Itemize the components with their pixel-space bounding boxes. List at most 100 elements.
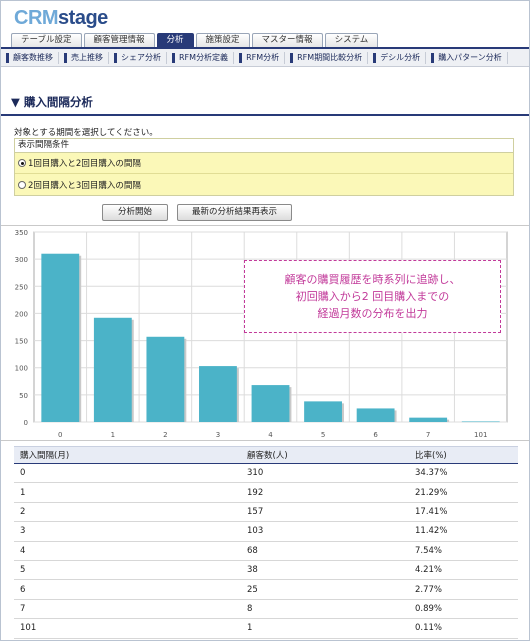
y-tick-label: 350 — [15, 229, 28, 237]
cell-interval: 3 — [14, 521, 241, 542]
callout-note: 顧客の購買履歴を時系列に追跡し、 初回購入から2 回目購入までの 経過月数の分布… — [244, 260, 501, 333]
y-tick-label: 50 — [19, 392, 28, 400]
bar — [199, 366, 237, 422]
subnav-label: RFM期間比較分析 — [297, 53, 363, 62]
bar — [251, 385, 290, 422]
start-analysis-button[interactable]: 分析開始 — [102, 204, 168, 221]
x-tick-label: 0 — [58, 431, 62, 439]
y-tick-label: 300 — [15, 256, 28, 264]
subnav-label: シェア分析 — [121, 53, 161, 62]
bar-chart: 0 50 100 150 200 250 300 350 0 1 2 3 4 5 6 7 101 — [15, 229, 508, 439]
cell-interval: 7 — [14, 599, 241, 620]
bar — [93, 317, 132, 422]
table-header-row: 購入間隔(月) 顧客数(人) 比率(%) — [14, 446, 518, 464]
bar — [356, 408, 395, 422]
y-tick-label: 0 — [24, 419, 28, 427]
cell-ratio: 0.11% — [409, 618, 518, 639]
subnav-marker — [172, 52, 175, 63]
subnav-label: RFM分析定義 — [179, 53, 229, 62]
results-table: 購入間隔(月) 顧客数(人) 比率(%) 0 310 34.37% 1 192 21.29… — [14, 446, 518, 639]
bar — [304, 401, 342, 422]
x-tick-label: 3 — [216, 431, 220, 439]
bar — [41, 253, 80, 422]
subnav-marker — [431, 52, 435, 63]
cell-interval: 4 — [14, 541, 241, 561]
cell-customers: 103 — [241, 521, 409, 542]
table-row: 3 103 11.42% — [14, 521, 518, 542]
cell-interval: 6 — [14, 579, 241, 600]
cell-customers: 38 — [241, 560, 409, 581]
table-row: 7 8 0.89% — [14, 599, 518, 620]
subnav-item-5[interactable]: RFM期間比較分析 — [285, 51, 369, 64]
callout-line-1: 顧客の購買履歴を時系列に追跡し、 — [284, 273, 461, 286]
y-tick-label: 150 — [15, 338, 28, 346]
column-header-interval: 購入間隔(月) — [14, 446, 241, 464]
bar — [461, 421, 500, 423]
subnav-item-4[interactable]: RFM分析 — [234, 51, 286, 64]
subnav-item-1[interactable]: 売上推移 — [59, 51, 109, 64]
condition-option-label: 1回目購入と2回目購入の間隔 — [28, 159, 141, 169]
subnav-marker — [239, 52, 243, 63]
condition-table: 表示間隔条件 1回目購入と2回目購入の間隔 2回目購入と3回目購入の間隔 — [14, 138, 514, 196]
cell-customers: 68 — [241, 541, 409, 561]
x-tick-label: 6 — [373, 431, 378, 439]
callout-line-3: 経過月数の分布を出力 — [317, 307, 428, 320]
sub-navigation: 顧客数推移 売上推移 シェア分析 RFM分析定義 RFM分析 RFM期間比較分析 デシル分析… — [1, 49, 529, 67]
cell-ratio: 4.21% — [409, 560, 518, 581]
logo-crm-text: CRM — [14, 7, 59, 29]
logo-stage-text: stage — [58, 7, 108, 29]
cell-customers: 1 — [241, 618, 409, 639]
subnav-item-7[interactable]: 購入パターン分析 — [426, 51, 508, 64]
tab-3[interactable]: 施策設定 — [195, 33, 250, 47]
tab-0[interactable]: テーブル設定 — [11, 33, 82, 47]
cell-interval: 1 — [14, 482, 241, 503]
page-title: ▼ 購入間隔分析 — [11, 95, 93, 109]
x-tick-label: 4 — [268, 431, 273, 439]
x-tick-label: 5 — [321, 431, 325, 439]
subnav-label: 売上推移 — [71, 53, 103, 62]
cell-ratio: 17.41% — [409, 502, 518, 523]
cell-customers: 310 — [241, 463, 409, 484]
cell-customers: 192 — [241, 482, 409, 503]
show-latest-results-button[interactable]: 最新の分析結果再表示 — [177, 204, 292, 221]
cell-interval: 0 — [14, 463, 241, 484]
subnav-marker — [6, 52, 9, 63]
x-tick-label: 101 — [474, 431, 487, 439]
subnav-marker — [114, 52, 117, 63]
cell-ratio: 2.77% — [409, 579, 518, 600]
subnav-item-0[interactable]: 顧客数推移 — [1, 51, 59, 64]
subnav-label: 顧客数推移 — [13, 53, 53, 62]
cell-interval: 2 — [14, 502, 241, 523]
radio-button-selected[interactable] — [18, 159, 26, 167]
subnav-item-3[interactable]: RFM分析定義 — [167, 51, 235, 64]
cell-ratio: 34.37% — [409, 463, 518, 484]
instruction-text: 対象とする期間を選択してください。 — [14, 128, 158, 138]
tab-2[interactable]: 分析 — [156, 33, 194, 47]
subnav-marker — [290, 52, 294, 63]
main-tabs: テーブル設定 顧客管理情報 分析 施策設定 マスター情報 システム — [11, 33, 379, 47]
subnav-item-6[interactable]: デシル分析 — [368, 51, 427, 64]
tab-5[interactable]: システム — [324, 33, 379, 47]
y-tick-label: 200 — [15, 310, 28, 318]
table-row: 5 38 4.21% — [14, 560, 518, 581]
tab-4[interactable]: マスター情報 — [251, 33, 323, 47]
radio-button[interactable] — [18, 180, 26, 189]
condition-header: 表示間隔条件 — [15, 139, 513, 153]
subnav-label: RFM分析 — [246, 53, 280, 62]
tab-1[interactable]: 顧客管理情報 — [83, 33, 155, 47]
cell-ratio: 7.54% — [409, 541, 518, 561]
x-tick-label: 2 — [163, 431, 167, 439]
table-row: 0 310 34.37% — [14, 463, 518, 484]
subnav-label: デシル分析 — [380, 53, 421, 62]
table-row: 101 1 0.11% — [14, 618, 518, 639]
condition-option-1[interactable]: 1回目購入と2回目購入の間隔 — [15, 153, 513, 174]
table-row: 4 68 7.54% — [14, 541, 518, 561]
condition-option-2[interactable]: 2回目購入と3回目購入の間隔 — [15, 174, 513, 195]
cell-ratio: 21.29% — [409, 482, 518, 503]
cell-ratio: 0.89% — [409, 599, 518, 620]
cell-interval: 5 — [14, 560, 241, 581]
app-logo: CRMstage — [14, 7, 108, 30]
subnav-marker — [373, 52, 377, 63]
y-tick-label: 250 — [15, 283, 28, 291]
subnav-item-2[interactable]: シェア分析 — [109, 51, 167, 64]
